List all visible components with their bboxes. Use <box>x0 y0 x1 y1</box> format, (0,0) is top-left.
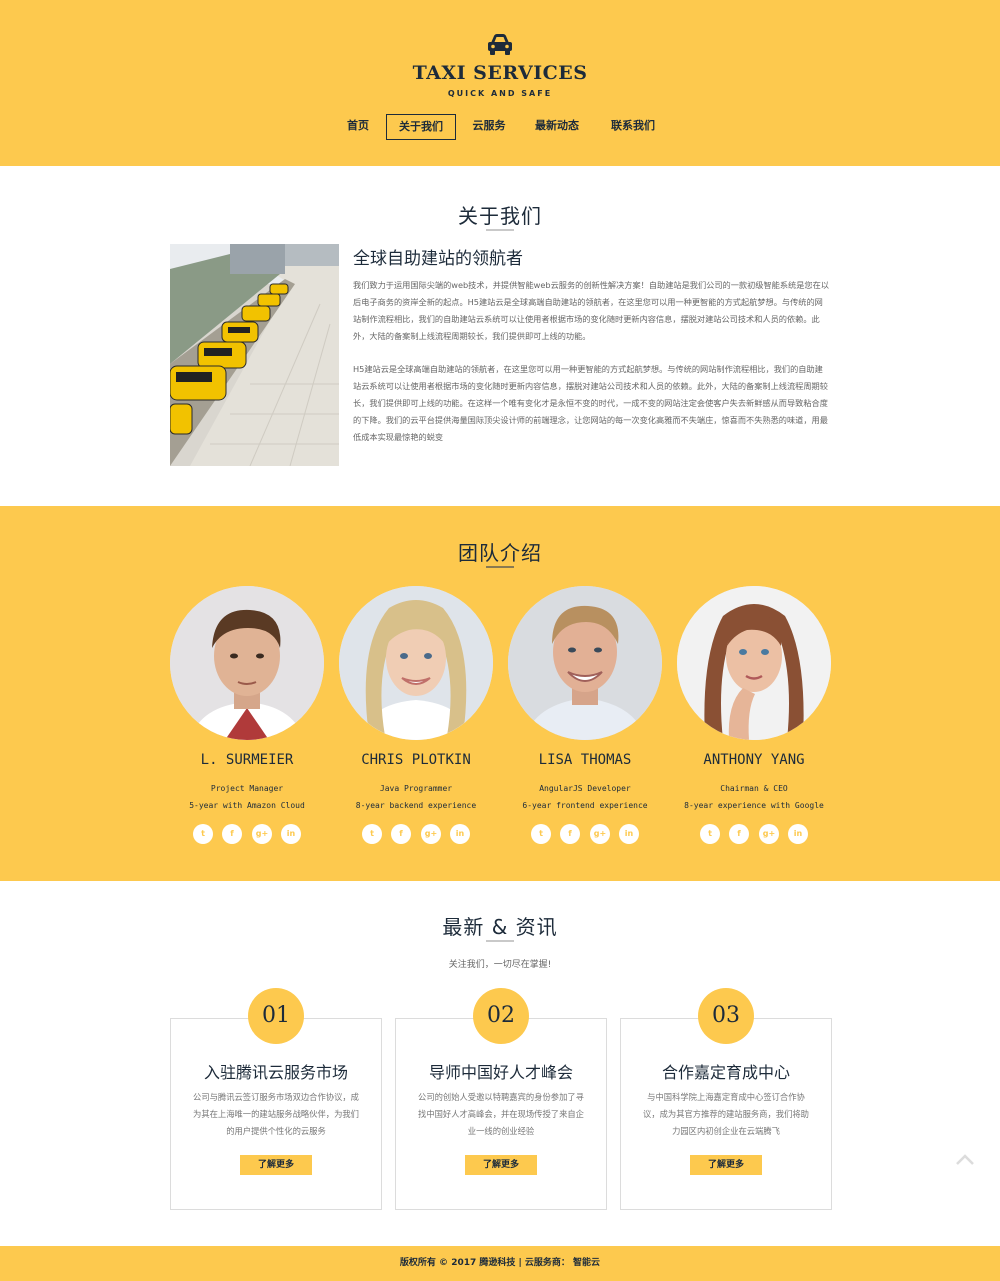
team-member-card: ANTHONY YANG Chairman & CEO 8-year exper… <box>670 586 838 856</box>
main-nav: 首页 关于我们 云服务 最新动态 联系我们 <box>330 114 670 140</box>
linkedin-icon[interactable]: in <box>788 824 808 844</box>
brand-tagline: QUICK AND SAFE <box>447 89 553 98</box>
avatar <box>508 586 662 740</box>
news-title: 最新 & 资讯 <box>442 915 558 939</box>
member-experience: 5-year with Amazon Cloud <box>189 801 305 810</box>
twitter-icon[interactable]: t <box>700 824 720 844</box>
member-experience: 8-year experience with Google <box>684 801 824 810</box>
avatar <box>339 586 493 740</box>
taxi-car-icon <box>488 34 512 55</box>
linkedin-icon[interactable]: in <box>619 824 639 844</box>
linkedin-icon[interactable]: in <box>281 824 301 844</box>
member-role: Java Programmer <box>379 784 453 793</box>
learn-more-button[interactable]: 了解更多 <box>465 1155 537 1175</box>
taxi-row-photo <box>170 244 339 466</box>
back-to-top-icon[interactable] <box>955 1152 975 1166</box>
member-name: ANTHONY YANG <box>703 752 805 768</box>
about-title-underline <box>486 229 514 231</box>
nav-item-about[interactable]: 关于我们 <box>386 114 456 140</box>
news-section: 最新 & 资讯 关注我们，一切尽在掌握! 入驻腾讯云服务市场 公司与腾讯云签订服… <box>0 881 1000 1246</box>
member-name: CHRIS PLOTKIN <box>361 752 471 768</box>
member-role: AngularJS Developer <box>539 784 631 793</box>
nav-item-home[interactable]: 首页 <box>338 114 378 140</box>
nav-item-news[interactable]: 最新动态 <box>526 114 588 140</box>
news-card-title[interactable]: 导师中国好人才峰会 <box>396 1059 606 1083</box>
news-card: 导师中国好人才峰会 公司的创始人受邀以特聘嘉宾的身份参加了寻找中国好人才高峰会，… <box>395 1018 607 1210</box>
facebook-icon[interactable]: f <box>729 824 749 844</box>
about-heading: 全球自助建站的领航者 <box>353 249 523 269</box>
nav-item-cloud[interactable]: 云服务 <box>466 114 512 140</box>
member-name: L. SURMEIER <box>200 752 294 768</box>
google-plus-icon[interactable]: g+ <box>759 824 779 844</box>
twitter-icon[interactable]: t <box>362 824 382 844</box>
member-role: Chairman & CEO <box>720 784 788 793</box>
linkedin-icon[interactable]: in <box>450 824 470 844</box>
facebook-icon[interactable]: f <box>222 824 242 844</box>
about-title: 关于我们 <box>458 204 542 228</box>
social-links: t f g+ in <box>185 824 309 844</box>
news-card-number: 03 <box>698 988 754 1044</box>
social-links: t f g+ in <box>354 824 478 844</box>
news-card-text: 与中国科学院上海嘉定育成中心签订合作协议，成为其官方推荐的建站服务商，我们将助力… <box>643 1092 809 1136</box>
site-header: TAXI SERVICES QUICK AND SAFE 首页 关于我们 云服务… <box>0 0 1000 166</box>
team-member-card: CHRIS PLOTKIN Java Programmer 8-year bac… <box>332 586 500 856</box>
news-card-text: 公司的创始人受邀以特聘嘉宾的身份参加了寻找中国好人才高峰会，并在现场传授了来自企… <box>418 1092 584 1136</box>
google-plus-icon[interactable]: g+ <box>252 824 272 844</box>
avatar <box>170 586 324 740</box>
news-card-number: 02 <box>473 988 529 1044</box>
facebook-icon[interactable]: f <box>391 824 411 844</box>
brand-name[interactable]: TAXI SERVICES <box>0 62 1000 84</box>
site-footer: 版权所有 © 2017 腾逊科技 | 云服务商： 智能云 <box>0 1246 1000 1281</box>
nav-item-contact[interactable]: 联系我们 <box>602 114 664 140</box>
learn-more-button[interactable]: 了解更多 <box>690 1155 762 1175</box>
facebook-icon[interactable]: f <box>560 824 580 844</box>
avatar <box>677 586 831 740</box>
news-card-title[interactable]: 合作嘉定育成中心 <box>621 1059 831 1083</box>
google-plus-icon[interactable]: g+ <box>590 824 610 844</box>
member-experience: 6-year frontend experience <box>522 801 648 810</box>
about-paragraph-2: H5建站云是全球高端自助建站的领航者，在这里您可以用一种更智能的方式起航梦想。与… <box>353 364 828 442</box>
news-card-title[interactable]: 入驻腾讯云服务市场 <box>171 1059 381 1083</box>
google-plus-icon[interactable]: g+ <box>421 824 441 844</box>
team-title-underline <box>486 566 514 568</box>
news-card-number: 01 <box>248 988 304 1044</box>
news-card: 入驻腾讯云服务市场 公司与腾讯云签订服务市场双边合作协议，成为其在上海唯一的建站… <box>170 1018 382 1210</box>
about-paragraph-1: 我们致力于运用国际尖端的web技术，并提供智能web云服务的创新性解决方案！自助… <box>353 280 829 341</box>
news-title-underline <box>486 940 514 942</box>
team-member-card: LISA THOMAS AngularJS Developer 6-year f… <box>501 586 669 856</box>
about-section: 关于我们 全球自助建站的领航者 我们致力于运用国际尖端的web技术，并提供智能w… <box>0 166 1000 506</box>
member-role: Project Manager <box>210 784 284 793</box>
page: TAXI SERVICES QUICK AND SAFE 首页 关于我们 云服务… <box>0 0 1000 1281</box>
learn-more-button[interactable]: 了解更多 <box>240 1155 312 1175</box>
twitter-icon[interactable]: t <box>193 824 213 844</box>
member-name: LISA THOMAS <box>538 752 632 768</box>
team-title: 团队介绍 <box>458 541 542 565</box>
social-links: t f g+ in <box>692 824 816 844</box>
news-card: 合作嘉定育成中心 与中国科学院上海嘉定育成中心签订合作协议，成为其官方推荐的建站… <box>620 1018 832 1210</box>
team-section: 团队介绍 L. SURMEIER Project Manager 5-year … <box>0 506 1000 881</box>
social-links: t f g+ in <box>523 824 647 844</box>
twitter-icon[interactable]: t <box>531 824 551 844</box>
team-member-card: L. SURMEIER Project Manager 5-year with … <box>163 586 331 856</box>
news-card-text: 公司与腾讯云签订服务市场双边合作协议，成为其在上海唯一的建站服务战略伙伴，为我们… <box>193 1092 359 1136</box>
news-subtitle: 关注我们，一切尽在掌握! <box>448 960 552 970</box>
member-experience: 8-year backend experience <box>355 801 477 810</box>
